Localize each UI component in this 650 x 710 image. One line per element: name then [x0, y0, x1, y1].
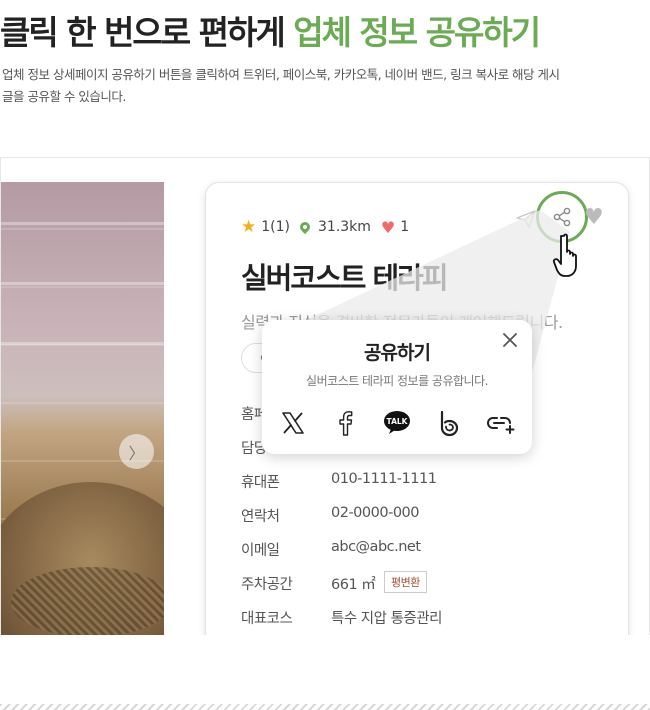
close-icon	[503, 333, 517, 347]
share-popup-title: 공유하기	[364, 342, 431, 364]
share-popup-subtitle: 실버코스트 테라피 정보를 공유합니다.	[306, 374, 488, 388]
share-kakaotalk-button[interactable]: TALK	[382, 408, 412, 438]
close-button[interactable]	[500, 330, 520, 350]
share-popup: 공유하기 실버코스트 테라피 정보를 공유합니다. TALK	[262, 320, 532, 454]
share-targets: TALK	[278, 408, 516, 438]
share-link-copy-button[interactable]	[486, 408, 516, 438]
kakaotalk-badge: TALK	[387, 417, 409, 426]
facebook-icon	[339, 411, 353, 436]
section-divider	[0, 704, 650, 710]
kakaotalk-icon: TALK	[384, 411, 410, 434]
share-x-button[interactable]	[278, 408, 308, 438]
band-icon	[440, 410, 459, 437]
x-icon	[282, 412, 304, 434]
hand-pointer-icon	[552, 233, 577, 277]
share-facebook-button[interactable]	[330, 408, 360, 438]
link-copy-icon	[486, 417, 515, 434]
share-band-button[interactable]	[434, 408, 464, 438]
